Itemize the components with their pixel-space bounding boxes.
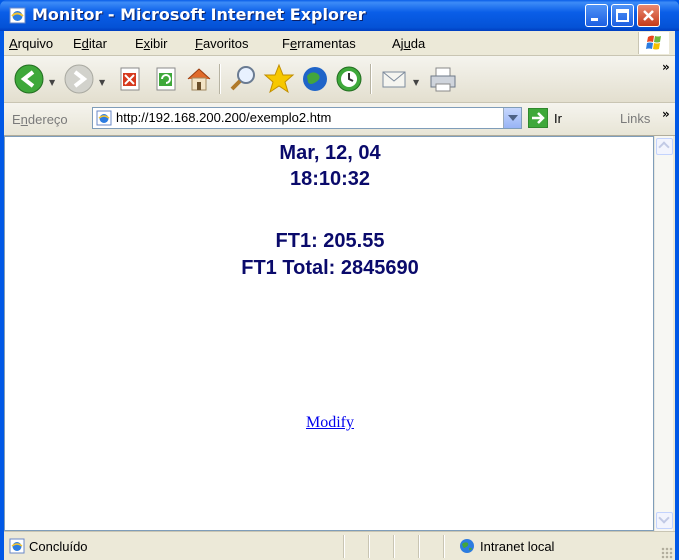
back-dropdown-icon[interactable]: ▼ [49,78,55,87]
favorites-icon[interactable] [262,62,296,96]
stop-icon[interactable] [112,62,146,96]
links-overflow-icon[interactable]: » [662,107,670,121]
home-icon[interactable] [182,62,216,96]
address-bar: Endereço http://192.168.200.200/exemplo2… [4,103,675,136]
go-arrow-icon[interactable] [528,108,548,128]
forward-dropdown-icon[interactable]: ▼ [99,78,105,87]
close-button[interactable] [637,4,660,27]
print-icon[interactable] [426,62,460,96]
go-button[interactable]: Ir [554,111,562,126]
address-url[interactable]: http://192.168.200.200/exemplo2.htm [116,110,331,125]
refresh-icon[interactable] [148,62,182,96]
address-input[interactable]: http://192.168.200.200/exemplo2.htm [92,107,522,129]
mail-dropdown-icon[interactable]: ▼ [413,78,419,87]
page-icon [96,110,112,126]
maximize-button[interactable] [611,4,634,27]
address-label: Endereço [12,112,68,127]
time-text: 18:10:32 [289,168,371,190]
windows-logo [638,32,669,54]
status-divider [418,535,420,558]
vertical-scrollbar[interactable] [654,136,673,531]
status-bar: Concluído Intranet local [4,531,675,560]
browser-frame: Arquivo Editar Exibir Favoritos Ferramen… [4,31,675,560]
date-text: Mar, 12, 04 [279,142,381,164]
status-divider [343,535,345,558]
menu-editar[interactable]: Editar [73,36,107,51]
toolbar-overflow-icon[interactable]: » [662,60,670,74]
links-label[interactable]: Links [620,111,650,126]
back-icon[interactable] [12,62,46,96]
toolbar-separator [219,64,221,94]
title-bar[interactable]: Monitor - Microsoft Internet Explorer [0,0,679,31]
ft1-total-value: FT1 Total: 2845690 [241,257,419,279]
minimize-icon [591,18,598,21]
scroll-down-button[interactable] [656,512,673,529]
search-icon[interactable] [226,62,260,96]
browser-window: Monitor - Microsoft Internet Explorer Ar… [0,0,679,560]
address-dropdown-button[interactable] [503,108,521,128]
page-content: Mar, 12, 04 18:10:32 FT1: 205.55 FT1 Tot… [4,136,654,531]
intranet-globe-icon [460,539,474,553]
menu-arquivo[interactable]: Arquivo [9,36,53,51]
media-icon[interactable] [298,62,332,96]
ft1-value: FT1: 205.55 [275,230,385,252]
status-divider [393,535,395,558]
status-text: Concluído [29,539,88,554]
window-title: Monitor - Microsoft Internet Explorer [32,5,366,24]
toolbar-separator [370,64,372,94]
modify-link[interactable]: Modify [5,414,655,432]
status-divider [443,535,445,558]
menu-ferramentas[interactable]: Ferramentas [282,36,356,51]
scroll-up-button[interactable] [656,138,673,155]
history-icon[interactable] [332,62,366,96]
menu-exibir[interactable]: Exibir [135,36,168,51]
toolbar: ▼ ▼ ▼ » [4,56,675,103]
menu-ajuda[interactable]: Ajuda [392,36,425,51]
mail-icon[interactable] [378,62,412,96]
page-done-icon [9,538,25,554]
resize-grip[interactable] [661,547,673,559]
security-zone-text: Intranet local [480,539,555,554]
ie-page-icon [9,7,26,24]
status-divider [368,535,370,558]
close-icon [643,10,654,21]
maximize-icon [616,9,629,22]
menu-favoritos[interactable]: Favoritos [195,36,248,51]
windows-flag-icon [646,35,661,50]
menu-bar: Arquivo Editar Exibir Favoritos Ferramen… [4,31,675,56]
forward-icon[interactable] [62,62,96,96]
minimize-button[interactable] [585,4,608,27]
